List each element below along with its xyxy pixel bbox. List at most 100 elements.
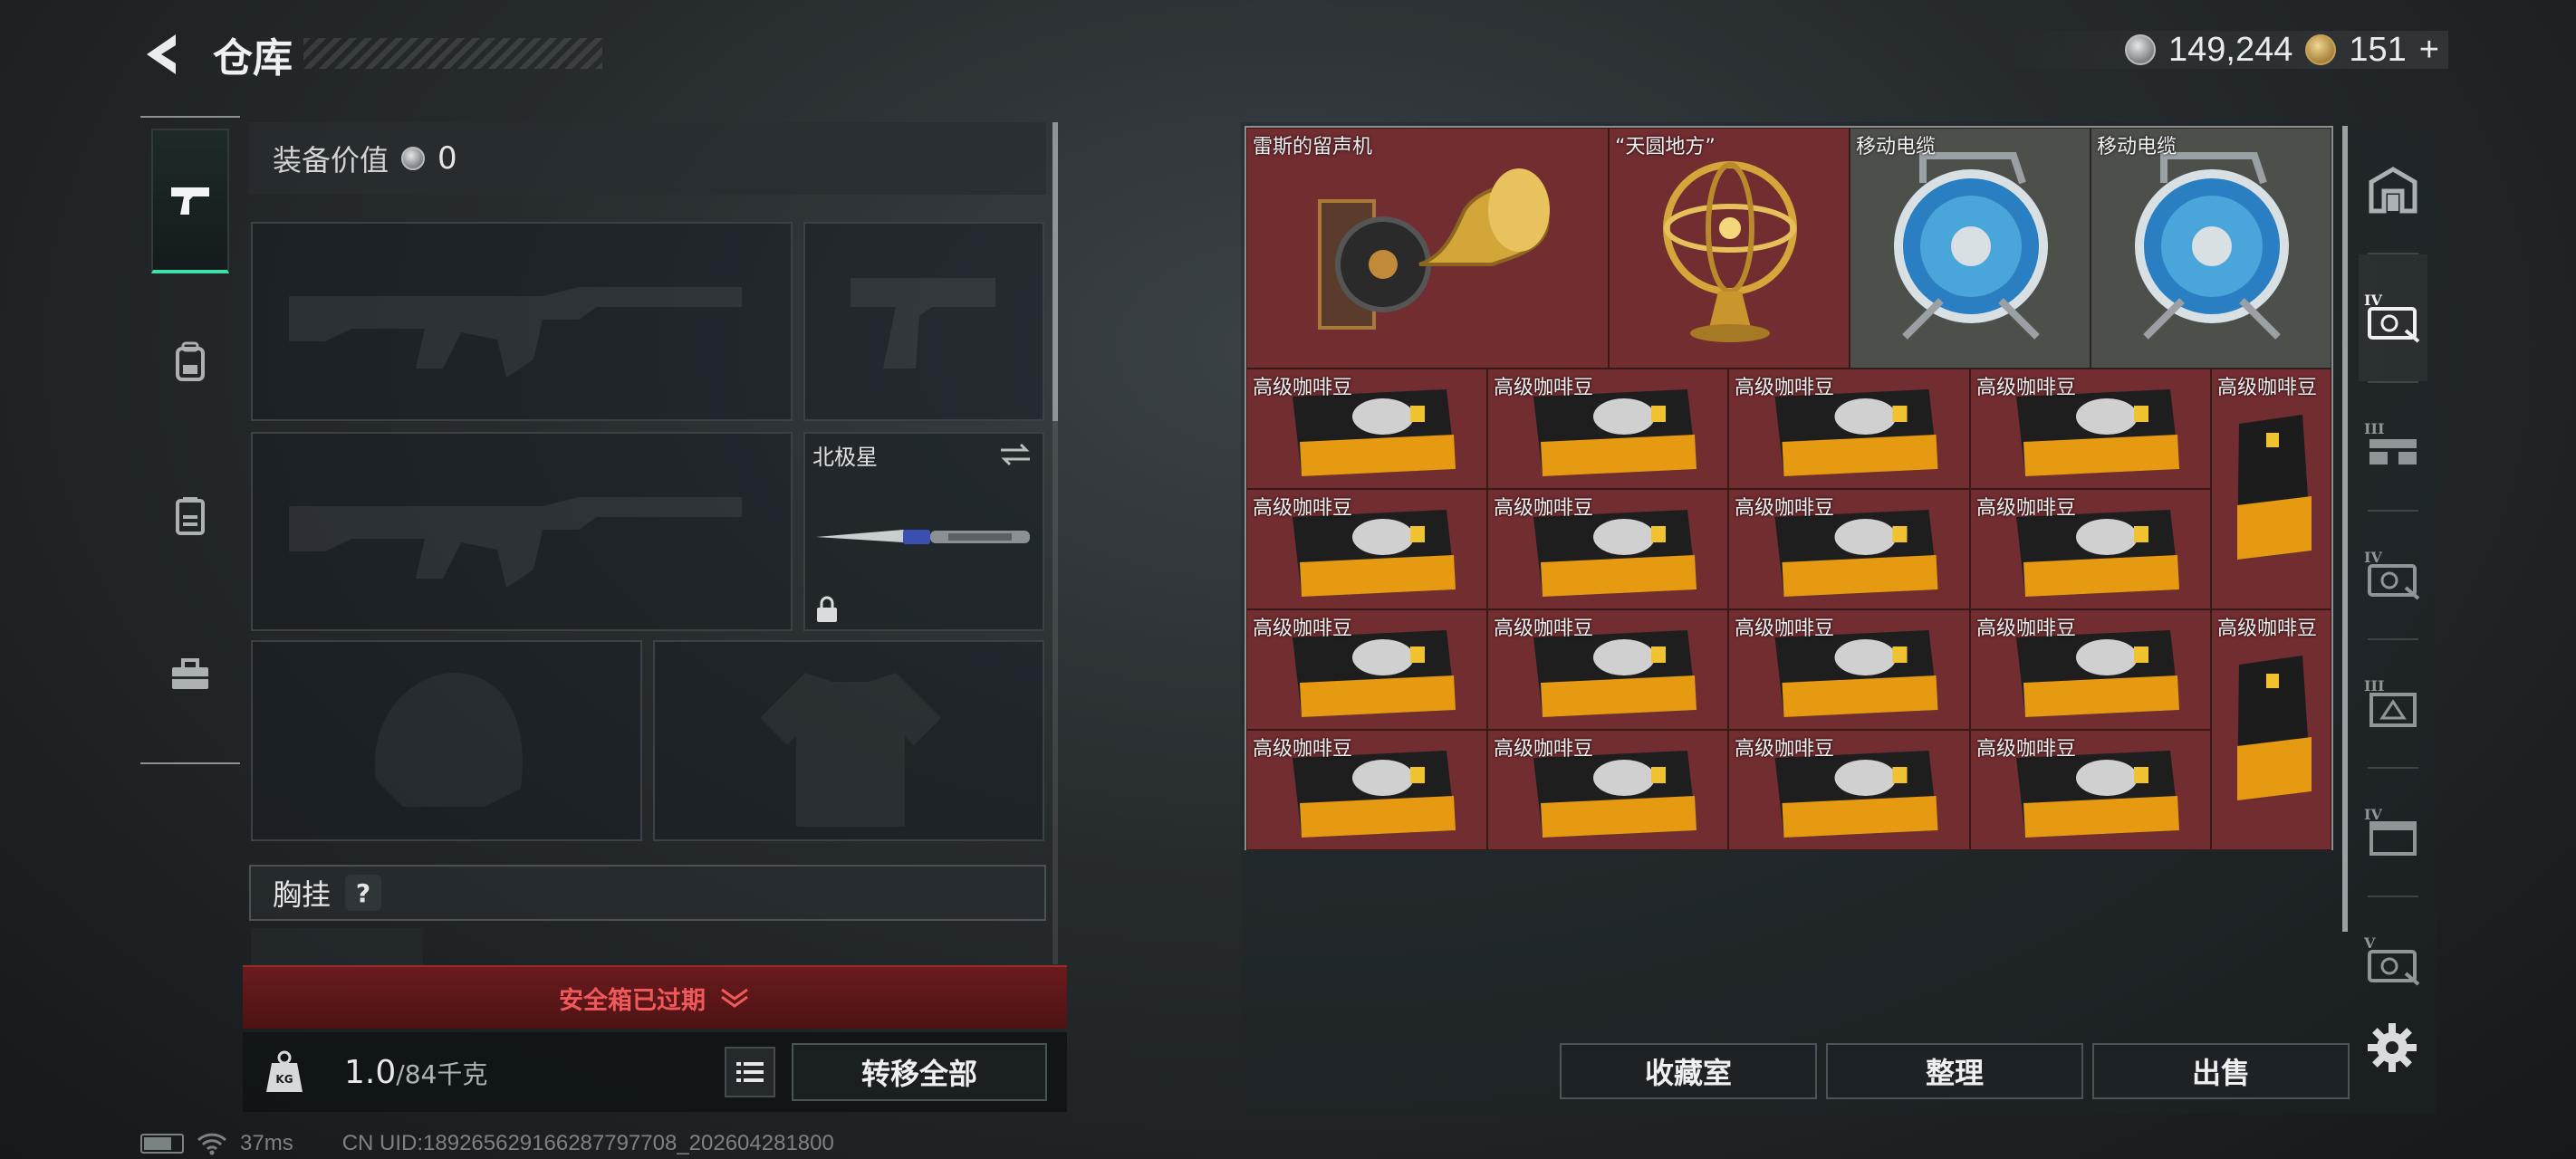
weight-max: /84千克 (396, 1059, 488, 1089)
side-tab-rig[interactable]: III (2359, 383, 2427, 510)
vest-icon (176, 497, 205, 535)
transfer-all-button[interactable]: 转移全部 (792, 1043, 1047, 1101)
stash-scrollbar[interactable] (2342, 126, 2348, 932)
stash-item-coffee-bag[interactable]: 高级咖啡豆 (1487, 730, 1728, 850)
list-view-button[interactable] (725, 1047, 775, 1097)
stash-item-coffee-bag[interactable]: 高级咖啡豆 (1728, 369, 1970, 489)
side-tab-case-3[interactable]: V (2359, 897, 2427, 1024)
side-tab-stash[interactable] (2359, 126, 2427, 253)
coffee-bag-icon (2237, 656, 2312, 800)
stash-item-coffee-bag[interactable]: 高级咖啡豆 (1487, 489, 1728, 609)
stash-item-name: 高级咖啡豆 (1494, 618, 1594, 640)
stash-item-name: 移动电缆 (2097, 136, 2177, 158)
status-bar: 37ms CN UID:18926562916628779770​8_20260… (140, 1130, 834, 1157)
stash-item-name: 高级咖啡豆 (1735, 738, 1835, 761)
case-tier-iv-icon: IV (2364, 292, 2420, 343)
stash-item-coffee-bag[interactable]: 高级咖啡豆 (1246, 609, 1487, 730)
organize-button[interactable]: 整理 (1826, 1043, 2083, 1099)
stash-item-name: 高级咖啡豆 (1253, 618, 1353, 640)
chest-rig-header: 胸挂 ? (249, 865, 1046, 921)
melee-slot[interactable]: 北极星 (803, 432, 1044, 631)
stash-item-name: 高级咖啡豆 (1494, 738, 1594, 761)
stash-item-coffee-bag[interactable]: 高级咖啡豆 (1728, 730, 1970, 850)
stash-item-coffee-bag[interactable]: 高级咖啡豆 (1487, 609, 1728, 730)
side-tab-box-2[interactable]: IV (2359, 769, 2427, 896)
side-tab-tier-label: V (2363, 934, 2376, 952)
stash-item-coffee-bag-tall[interactable]: 高级咖啡豆 (2211, 609, 2331, 850)
stash-item-name: 高级咖啡豆 (1976, 738, 2077, 761)
helmet-slot[interactable] (251, 640, 642, 841)
stash-item-coffee-bag[interactable]: 高级咖啡豆 (1728, 489, 1970, 609)
silver-balance: 149,244 (2168, 30, 2293, 69)
equipment-scroll-thumb[interactable] (1053, 122, 1058, 421)
stash-item-coffee-bag[interactable]: 高级咖啡豆 (1970, 489, 2211, 609)
stash-item-coffee-bag-tall[interactable]: 高级咖啡豆 (2211, 369, 2331, 609)
safe-box-expired-text: 安全箱已过期 (559, 986, 706, 1015)
side-tab-tier-label: III (2364, 420, 2384, 437)
side-tab-case-2[interactable]: IV (2359, 512, 2427, 638)
pistol-silhouette-icon (851, 278, 995, 369)
coffee-bag-icon (2237, 415, 2312, 560)
stash-item-name: 高级咖啡豆 (1976, 618, 2077, 640)
stash-item-coffee-bag[interactable]: 高级咖啡豆 (1246, 369, 1487, 489)
weight-readout: 1.0/84千克 (344, 1054, 487, 1091)
silver-coin-icon (401, 147, 426, 170)
stash-item-name: “天圆地方” (1615, 136, 1716, 158)
side-tab-tier-label: IV (2364, 806, 2382, 823)
backpack-icon (176, 341, 205, 381)
list-icon (736, 1062, 764, 1082)
side-tab-box-1[interactable]: III (2359, 640, 2427, 767)
stash-item-name: 高级咖啡豆 (1735, 497, 1835, 520)
safe-box-expired-bar[interactable]: 安全箱已过期 (243, 965, 1067, 1029)
tab-case[interactable] (151, 602, 229, 747)
sidearm-slot[interactable] (803, 222, 1044, 421)
add-gold-button[interactable]: + (2419, 31, 2439, 70)
tab-backpack[interactable] (151, 290, 229, 435)
back-arrow-icon (147, 34, 176, 74)
stash-item-cable-reel[interactable]: 移动电缆 (1850, 128, 2091, 369)
helmet-silhouette-icon (374, 672, 523, 807)
stash-item-coffee-bag[interactable]: 高级咖啡豆 (1487, 369, 1728, 489)
silver-coin-icon (2125, 34, 2157, 65)
stash-item-cable-reel[interactable]: 移动电缆 (2091, 128, 2331, 369)
stash-item-armillary[interactable]: “天圆地方” (1609, 128, 1850, 369)
stash-item-name: 高级咖啡豆 (1253, 377, 1353, 399)
collection-button[interactable]: 收藏室 (1560, 1043, 1817, 1099)
side-tab-tier-label: IV (2364, 549, 2382, 566)
equipment-value-bar: 装备价值 0 (249, 122, 1046, 195)
side-tab-case-1[interactable]: IV (2359, 254, 2427, 381)
swap-icon[interactable] (997, 441, 1033, 468)
rifle-silhouette-icon (289, 287, 742, 378)
title-decoration (303, 38, 602, 69)
stash-item-gramophone[interactable]: 雷斯的留声机 (1246, 128, 1609, 369)
sell-button[interactable]: 出售 (2092, 1043, 2350, 1099)
stash-item-coffee-bag[interactable]: 高级咖啡豆 (1970, 730, 2211, 850)
stash-home-icon (2369, 167, 2417, 214)
stash-item-coffee-bag[interactable]: 高级咖啡豆 (1728, 609, 1970, 730)
page-title: 仓库 (213, 35, 293, 81)
rifle-silhouette-icon (289, 497, 742, 588)
stash-item-coffee-bag[interactable]: 高级咖啡豆 (1970, 369, 2211, 489)
box-tier-iii-icon: III (2364, 677, 2417, 727)
tab-weapons[interactable] (151, 129, 229, 273)
stash-item-name: 高级咖啡豆 (1735, 377, 1835, 399)
secondary-weapon-slot[interactable] (251, 432, 793, 631)
stash-item-name: 高级咖啡豆 (1494, 497, 1594, 520)
tab-vest[interactable] (151, 444, 229, 589)
weight-icon: KG (266, 1050, 303, 1092)
battery-icon (140, 1134, 184, 1154)
stash-item-coffee-bag[interactable]: 高级咖啡豆 (1970, 609, 2211, 730)
chest-rig-label: 胸挂 (273, 877, 332, 912)
stash-item-coffee-bag[interactable]: 高级咖啡豆 (1246, 730, 1487, 850)
category-tabs (140, 116, 240, 764)
gold-balance: 151 (2349, 30, 2407, 69)
lock-icon (817, 596, 837, 622)
stash-item-coffee-bag[interactable]: 高级咖啡豆 (1246, 489, 1487, 609)
stash-item-name: 高级咖啡豆 (1976, 497, 2077, 520)
armor-slot[interactable] (653, 640, 1044, 841)
settings-gear-icon[interactable] (2366, 1021, 2418, 1074)
primary-weapon-slot[interactable] (251, 222, 793, 421)
chest-rig-help-button[interactable]: ? (345, 875, 382, 911)
gramophone-icon (1318, 168, 1550, 330)
back-button[interactable] (136, 27, 190, 81)
